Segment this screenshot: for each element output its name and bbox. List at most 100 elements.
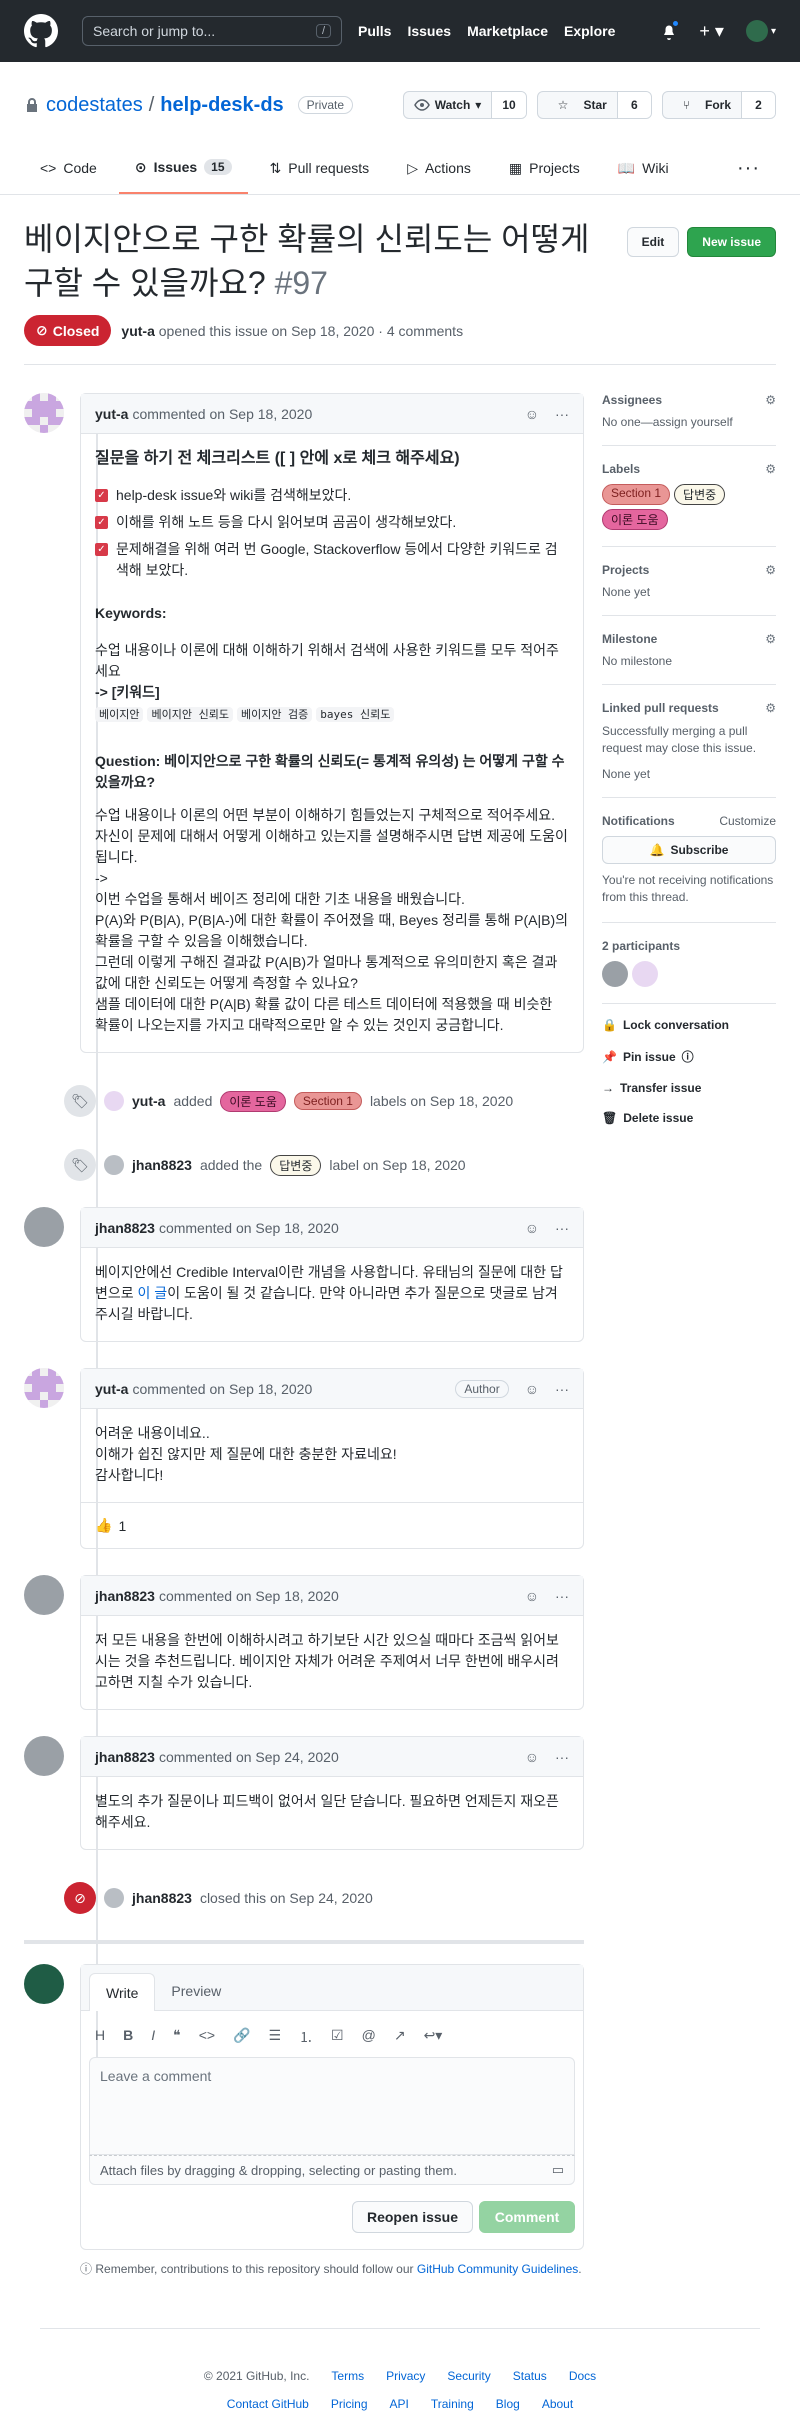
- comment-author[interactable]: jhan8823: [95, 1588, 155, 1604]
- comment-author[interactable]: jhan8823: [95, 1220, 155, 1236]
- star-button[interactable]: ☆ Star 6: [536, 91, 652, 119]
- quote-icon[interactable]: ❝: [173, 2027, 181, 2047]
- label-badge[interactable]: 이론 도움: [220, 1090, 286, 1112]
- nav-issues[interactable]: Issues: [407, 23, 451, 39]
- tab-projects[interactable]: ▦ Projects: [493, 142, 596, 194]
- label-badge[interactable]: 답변중: [674, 484, 726, 505]
- reaction-thumbs-up[interactable]: 👍 1: [81, 1502, 583, 1548]
- gear-icon[interactable]: ⚙: [765, 462, 776, 476]
- kebab-menu-icon[interactable]: ···: [555, 406, 569, 422]
- smiley-icon[interactable]: ☺: [525, 1381, 539, 1397]
- cross-reference-icon[interactable]: ↗: [394, 2027, 406, 2047]
- tab-write[interactable]: Write: [89, 1973, 156, 2011]
- smiley-icon[interactable]: ☺: [525, 1220, 539, 1236]
- kebab-menu-icon[interactable]: ···: [555, 1749, 569, 1765]
- watch-button[interactable]: Watch ▾ 10: [402, 91, 527, 119]
- smiley-icon[interactable]: ☺: [525, 406, 539, 422]
- heading-icon[interactable]: H: [95, 2027, 105, 2047]
- footer-link[interactable]: Security: [447, 2369, 490, 2383]
- avatar[interactable]: [24, 1575, 64, 1615]
- assignees-heading[interactable]: Assignees: [602, 393, 662, 407]
- projects-heading[interactable]: Projects: [602, 563, 649, 577]
- gear-icon[interactable]: ⚙: [765, 701, 776, 715]
- repo-owner-link[interactable]: codestates: [46, 94, 143, 117]
- label-badge[interactable]: Section 1: [293, 1092, 362, 1110]
- numbered-list-icon[interactable]: ⒈: [299, 2027, 313, 2047]
- labels-heading[interactable]: Labels: [602, 462, 640, 476]
- tab-issues[interactable]: ⊙ Issues 15: [118, 142, 248, 194]
- footer-link[interactable]: Blog: [496, 2397, 520, 2411]
- avatar[interactable]: [24, 1368, 64, 1408]
- tab-pull-requests[interactable]: ⇅ Pull requests: [254, 142, 386, 194]
- kebab-menu-icon[interactable]: ···: [555, 1381, 569, 1397]
- footer-link[interactable]: About: [542, 2397, 573, 2411]
- subscribe-button[interactable]: 🔔 Subscribe: [602, 836, 776, 864]
- gear-icon[interactable]: ⚙: [765, 393, 776, 407]
- repo-name-link[interactable]: help-desk-ds: [160, 94, 283, 117]
- task-list-icon[interactable]: ☑: [331, 2027, 344, 2047]
- search-input[interactable]: Search or jump to... /: [82, 16, 342, 46]
- comment-textarea[interactable]: Leave a comment: [89, 2057, 575, 2155]
- avatar[interactable]: [104, 1155, 124, 1175]
- edit-button[interactable]: Edit: [626, 227, 680, 257]
- star-count[interactable]: 6: [616, 92, 651, 118]
- new-issue-button[interactable]: New issue: [687, 227, 776, 257]
- tab-wiki[interactable]: 📖 Wiki: [602, 142, 685, 194]
- watch-count[interactable]: 10: [491, 92, 526, 118]
- github-logo-icon[interactable]: [24, 14, 58, 48]
- smiley-icon[interactable]: ☺: [525, 1749, 539, 1765]
- assignees-value[interactable]: No one—assign yourself: [602, 415, 776, 429]
- participant-avatar[interactable]: [602, 961, 628, 987]
- pin-issue-link[interactable]: 📌 Pin issue ⓘ: [602, 1048, 776, 1065]
- kebab-menu-icon[interactable]: ···: [555, 1220, 569, 1236]
- milestone-heading[interactable]: Milestone: [602, 632, 657, 646]
- avatar[interactable]: [104, 1091, 124, 1111]
- reopen-issue-button[interactable]: Reopen issue: [351, 2201, 473, 2233]
- footer-link[interactable]: Privacy: [386, 2369, 425, 2383]
- comment-date[interactable]: commented on Sep 18, 2020: [159, 1220, 339, 1236]
- user-avatar-menu[interactable]: ▾: [745, 20, 776, 42]
- footer-link[interactable]: Pricing: [331, 2397, 368, 2411]
- kebab-menu-icon[interactable]: ···: [555, 1588, 569, 1604]
- gear-icon[interactable]: ⚙: [765, 632, 776, 646]
- comment-author[interactable]: yut-a: [95, 1381, 128, 1397]
- footer-link[interactable]: Training: [431, 2397, 474, 2411]
- linked-prs-heading[interactable]: Linked pull requests: [602, 701, 719, 715]
- avatar[interactable]: [24, 1964, 64, 2004]
- markdown-icon[interactable]: ▭: [552, 2162, 564, 2178]
- participant-avatar[interactable]: [632, 961, 658, 987]
- comment-button[interactable]: Comment: [479, 2201, 575, 2233]
- footer-link[interactable]: Contact GitHub: [227, 2397, 309, 2411]
- smiley-icon[interactable]: ☺: [525, 1588, 539, 1604]
- notifications-bell-icon[interactable]: [661, 19, 681, 40]
- guidelines-link[interactable]: GitHub Community Guidelines: [417, 2262, 578, 2276]
- comment-date[interactable]: commented on Sep 24, 2020: [159, 1749, 339, 1765]
- footer-link[interactable]: Terms: [331, 2369, 364, 2383]
- bulleted-list-icon[interactable]: ☰: [268, 2027, 281, 2047]
- event-user[interactable]: jhan8823: [132, 1890, 192, 1906]
- avatar[interactable]: [104, 1888, 124, 1908]
- footer-link[interactable]: Docs: [569, 2369, 596, 2383]
- tab-code[interactable]: <> Code: [24, 142, 113, 194]
- comment-date[interactable]: commented on Sep 18, 2020: [159, 1588, 339, 1604]
- footer-link[interactable]: Status: [513, 2369, 547, 2383]
- mention-icon[interactable]: @: [362, 2027, 376, 2047]
- bold-icon[interactable]: B: [123, 2027, 133, 2047]
- nav-pulls[interactable]: Pulls: [358, 23, 391, 39]
- label-badge[interactable]: Section 1: [602, 484, 671, 505]
- comment-date[interactable]: commented on Sep 18, 2020: [132, 1381, 312, 1397]
- transfer-issue-link[interactable]: → Transfer issue: [602, 1081, 776, 1095]
- nav-marketplace[interactable]: Marketplace: [467, 23, 548, 39]
- tab-actions[interactable]: ▷ Actions: [391, 142, 487, 194]
- lock-conversation-link[interactable]: 🔒 Lock conversation: [602, 1018, 776, 1032]
- comment-date[interactable]: commented on Sep 18, 2020: [132, 406, 312, 422]
- customize-link[interactable]: Customize: [719, 814, 776, 828]
- comment-link[interactable]: 이 글: [138, 1285, 168, 1301]
- fork-count[interactable]: 2: [741, 92, 775, 118]
- fork-button[interactable]: ⑂ Fork 2: [661, 91, 776, 119]
- attach-files-area[interactable]: Attach files by dragging & dropping, sel…: [89, 2155, 575, 2185]
- comment-author[interactable]: jhan8823: [95, 1749, 155, 1765]
- delete-issue-link[interactable]: 🗑 Delete issue: [602, 1111, 776, 1125]
- comment-author[interactable]: yut-a: [95, 406, 128, 422]
- tab-preview[interactable]: Preview: [155, 1972, 237, 2010]
